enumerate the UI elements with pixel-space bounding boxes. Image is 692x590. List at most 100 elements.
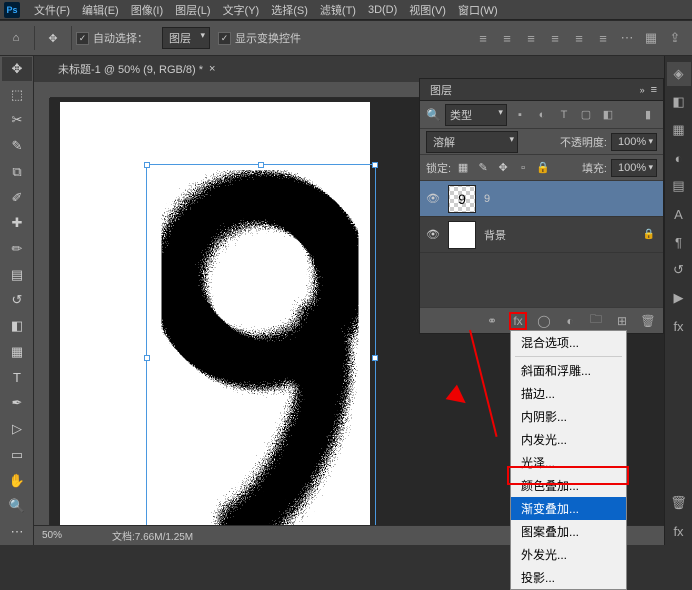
brush-tool[interactable]: ✏ — [2, 237, 32, 261]
layers-tab-label[interactable]: 图层 — [430, 82, 452, 98]
3d-mode-icon[interactable]: ▦ — [640, 27, 662, 49]
history-brush-tool[interactable]: ↺ — [2, 289, 32, 313]
lock-position-icon[interactable]: ✥ — [495, 160, 511, 176]
transform-box[interactable] — [146, 164, 376, 525]
fx-satin[interactable]: 光泽... — [511, 451, 626, 474]
filter-type-icon[interactable]: T — [555, 106, 573, 124]
delete-layer-icon[interactable]: 🗑 — [639, 312, 657, 330]
filter-type-dropdown[interactable]: 类型 — [445, 104, 507, 126]
menu-layer[interactable]: 图层(L) — [169, 0, 216, 20]
lock-all-icon[interactable]: 🔒 — [535, 160, 551, 176]
handle-tr[interactable] — [372, 162, 378, 168]
handle-t[interactable] — [258, 162, 264, 168]
trash-dock-icon[interactable]: 🗑 — [667, 491, 691, 515]
fx-bevel[interactable]: 斜面和浮雕... — [511, 359, 626, 382]
align-bot-icon[interactable]: ≡ — [520, 27, 542, 49]
fx-button[interactable]: fx — [509, 312, 527, 330]
new-layer-icon[interactable]: ⊞ — [613, 312, 631, 330]
fx-gradient-overlay[interactable]: 渐变叠加... — [511, 497, 626, 520]
more-tools[interactable]: ⋯ — [2, 520, 32, 544]
mask-icon[interactable]: ◯ — [535, 312, 553, 330]
swatches-dock-icon[interactable]: ▦ — [667, 118, 691, 142]
opacity-dropdown[interactable]: 100% — [611, 133, 657, 151]
marquee-tool[interactable]: ⬚ — [2, 83, 32, 107]
quick-select-tool[interactable]: ✎ — [2, 134, 32, 158]
handle-l[interactable] — [144, 355, 150, 361]
fx-dock-icon[interactable]: fx — [667, 314, 691, 338]
filter-smart-icon[interactable]: ◧ — [599, 106, 617, 124]
color-dock-icon[interactable]: ◧ — [667, 90, 691, 114]
lock-pixels-icon[interactable]: ▦ — [455, 160, 471, 176]
link-layers-icon[interactable]: ⚭ — [483, 312, 501, 330]
hand-tool[interactable]: ✋ — [2, 469, 32, 493]
type-tool[interactable]: T — [2, 366, 32, 390]
filter-shape-icon[interactable]: ▢ — [577, 106, 595, 124]
layer-row-9[interactable]: 👁 9 9 — [420, 181, 663, 217]
panel-menu-icon[interactable]: ≡ — [651, 84, 657, 96]
move-tool[interactable]: ✥ — [2, 57, 32, 81]
lock-paint-icon[interactable]: ✎ — [475, 160, 491, 176]
home-icon[interactable]: ⌂ — [2, 24, 30, 52]
menu-edit[interactable]: 编辑(E) — [76, 0, 125, 20]
menu-3d[interactable]: 3D(D) — [362, 2, 403, 18]
fx-pattern-overlay[interactable]: 图案叠加... — [511, 520, 626, 543]
eyedropper-tool[interactable]: ✐ — [2, 186, 32, 210]
lasso-tool[interactable]: ✂ — [2, 108, 32, 132]
filter-toggle[interactable]: ▮ — [639, 106, 657, 124]
close-tab-icon[interactable]: × — [209, 63, 215, 75]
gradient-tool[interactable]: ▦ — [2, 340, 32, 364]
autoselect-target-dropdown[interactable]: 图层 — [162, 27, 210, 49]
autoselect-checkbox[interactable]: ✓ — [76, 32, 89, 45]
share-icon[interactable]: ⇪ — [664, 27, 686, 49]
healing-tool[interactable]: ✚ — [2, 211, 32, 235]
history-dock-icon[interactable]: ↺ — [667, 258, 691, 282]
fx-inner-shadow[interactable]: 内阴影... — [511, 405, 626, 428]
menu-file[interactable]: 文件(F) — [28, 0, 76, 20]
distribute-icon[interactable]: ⋯ — [616, 27, 638, 49]
menu-image[interactable]: 图像(I) — [125, 0, 169, 20]
clone-tool[interactable]: ▤ — [2, 263, 32, 287]
menu-filter[interactable]: 滤镜(T) — [314, 0, 362, 20]
align-center-icon[interactable]: ≡ — [568, 27, 590, 49]
shape-tool[interactable]: ▭ — [2, 443, 32, 467]
crop-tool[interactable]: ⧉ — [2, 160, 32, 184]
fx-color-overlay[interactable]: 颜色叠加... — [511, 474, 626, 497]
fx-blend-options[interactable]: 混合选项... — [511, 331, 626, 354]
adjustments-dock-icon[interactable]: ◐ — [667, 146, 691, 170]
layer-name-bg[interactable]: 背景 — [484, 227, 506, 243]
fx-drop-shadow[interactable]: 投影... — [511, 566, 626, 589]
show-transform-checkbox[interactable]: ✓ — [218, 32, 231, 45]
visibility-toggle-bg[interactable]: 👁 — [424, 228, 442, 241]
group-icon[interactable]: 🗀 — [587, 312, 605, 330]
align-right-icon[interactable]: ≡ — [592, 27, 614, 49]
move-tool-icon[interactable]: ✥ — [39, 24, 67, 52]
handle-r[interactable] — [372, 355, 378, 361]
eraser-tool[interactable]: ◧ — [2, 314, 32, 338]
properties-dock-icon[interactable]: ▤ — [667, 174, 691, 198]
align-mid-icon[interactable]: ≡ — [496, 27, 518, 49]
adjustment-layer-icon[interactable]: ◐ — [561, 312, 579, 330]
paragraph-dock-icon[interactable]: ¶ — [667, 230, 691, 254]
pen-tool[interactable]: ✒ — [2, 392, 32, 416]
align-left-icon[interactable]: ≡ — [544, 27, 566, 49]
fill-dropdown[interactable]: 100% — [611, 159, 657, 177]
blend-mode-dropdown[interactable]: 溶解 — [426, 131, 518, 153]
menu-window[interactable]: 窗口(W) — [452, 0, 504, 20]
character-dock-icon[interactable]: A — [667, 202, 691, 226]
align-top-icon[interactable]: ≡ — [472, 27, 494, 49]
handle-tl[interactable] — [144, 162, 150, 168]
fx-inner-glow[interactable]: 内发光... — [511, 428, 626, 451]
fx-outer-glow[interactable]: 外发光... — [511, 543, 626, 566]
actions-dock-icon[interactable]: ▶ — [667, 286, 691, 310]
filter-pixel-icon[interactable]: ▪ — [511, 106, 529, 124]
zoom-status[interactable]: 50% — [42, 530, 112, 541]
layers-dock-icon[interactable]: ◈ — [667, 62, 691, 86]
path-select-tool[interactable]: ▷ — [2, 417, 32, 441]
layer-thumb-bg[interactable] — [448, 221, 476, 249]
filter-adjust-icon[interactable]: ◐ — [533, 106, 551, 124]
visibility-toggle-9[interactable]: 👁 — [424, 192, 442, 205]
fx-dock-icon-2[interactable]: fx — [667, 519, 691, 543]
panel-collapse-icon[interactable]: » — [640, 85, 645, 95]
fx-stroke[interactable]: 描边... — [511, 382, 626, 405]
menu-view[interactable]: 视图(V) — [403, 0, 452, 20]
